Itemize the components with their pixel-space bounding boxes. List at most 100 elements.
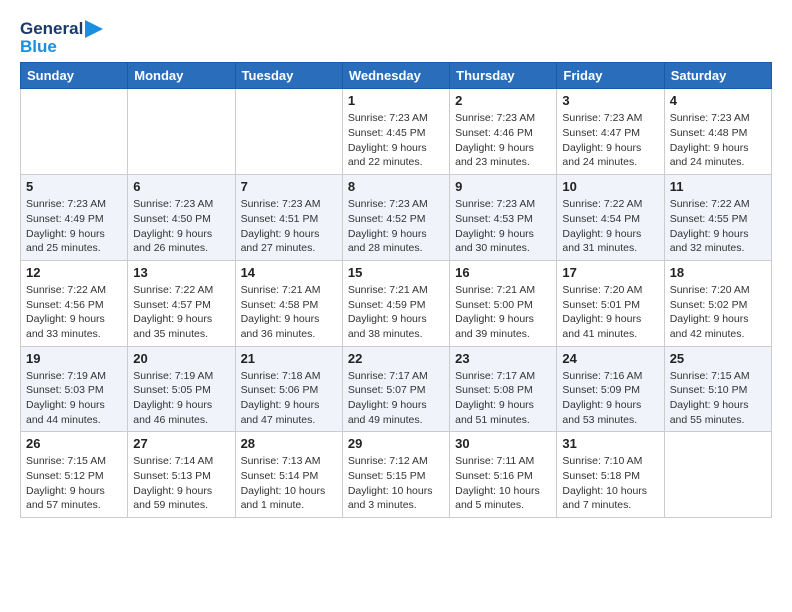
- day-info: Sunrise: 7:23 AM Sunset: 4:47 PM Dayligh…: [562, 111, 658, 170]
- calendar-cell: [128, 89, 235, 175]
- day-number: 21: [241, 351, 337, 366]
- day-number: 8: [348, 179, 444, 194]
- day-info: Sunrise: 7:22 AM Sunset: 4:57 PM Dayligh…: [133, 283, 229, 342]
- calendar-cell: 22Sunrise: 7:17 AM Sunset: 5:07 PM Dayli…: [342, 346, 449, 432]
- weekday-header-wednesday: Wednesday: [342, 63, 449, 89]
- day-number: 11: [670, 179, 766, 194]
- day-info: Sunrise: 7:15 AM Sunset: 5:10 PM Dayligh…: [670, 369, 766, 428]
- calendar-cell: 1Sunrise: 7:23 AM Sunset: 4:45 PM Daylig…: [342, 89, 449, 175]
- day-number: 15: [348, 265, 444, 280]
- day-number: 18: [670, 265, 766, 280]
- day-number: 24: [562, 351, 658, 366]
- day-info: Sunrise: 7:22 AM Sunset: 4:56 PM Dayligh…: [26, 283, 122, 342]
- day-number: 10: [562, 179, 658, 194]
- logo-container: General Blue: [20, 20, 103, 56]
- calendar-page: General Blue SundayMondayTuesdayWednesda…: [0, 0, 792, 528]
- week-row-2: 12 Sunrise: 7:22 AM Sunset: 4:56 PM Dayli…: [21, 260, 772, 346]
- calendar-cell: 31 Sunrise: 7:10 AM Sunset: 5:18 PM Dayli…: [557, 432, 664, 518]
- day-number: 7: [241, 179, 337, 194]
- calendar-cell: [664, 432, 771, 518]
- day-info: Sunrise: 7:14 AM Sunset: 5:13 PM Dayligh…: [133, 454, 229, 513]
- day-number: 22: [348, 351, 444, 366]
- week-row-1: 5 Sunrise: 7:23 AM Sunset: 4:49 PM Daylig…: [21, 175, 772, 261]
- day-number: 2: [455, 93, 551, 108]
- weekday-header-monday: Monday: [128, 63, 235, 89]
- calendar-cell: 10 Sunrise: 7:22 AM Sunset: 4:54 PM Dayli…: [557, 175, 664, 261]
- day-info: Sunrise: 7:23 AM Sunset: 4:50 PM Dayligh…: [133, 197, 229, 256]
- logo: General Blue: [20, 20, 103, 56]
- day-info: Sunrise: 7:22 AM Sunset: 4:54 PM Dayligh…: [562, 197, 658, 256]
- calendar-cell: 23 Sunrise: 7:17 AM Sunset: 5:08 PM Dayli…: [450, 346, 557, 432]
- calendar-cell: 30Sunrise: 7:11 AM Sunset: 5:16 PM Dayli…: [450, 432, 557, 518]
- weekday-header-thursday: Thursday: [450, 63, 557, 89]
- calendar-cell: 13Sunrise: 7:22 AM Sunset: 4:57 PM Dayli…: [128, 260, 235, 346]
- calendar-cell: 3 Sunrise: 7:23 AM Sunset: 4:47 PM Daylig…: [557, 89, 664, 175]
- day-info: Sunrise: 7:12 AM Sunset: 5:15 PM Dayligh…: [348, 454, 444, 513]
- day-number: 12: [26, 265, 122, 280]
- logo-blue: Blue: [20, 38, 57, 57]
- day-number: 27: [133, 436, 229, 451]
- week-row-4: 26Sunrise: 7:15 AM Sunset: 5:12 PM Dayli…: [21, 432, 772, 518]
- day-number: 20: [133, 351, 229, 366]
- day-number: 30: [455, 436, 551, 451]
- day-info: Sunrise: 7:19 AM Sunset: 5:03 PM Dayligh…: [26, 369, 122, 428]
- day-number: 5: [26, 179, 122, 194]
- calendar-cell: 4Sunrise: 7:23 AM Sunset: 4:48 PM Daylig…: [664, 89, 771, 175]
- calendar-cell: 27 Sunrise: 7:14 AM Sunset: 5:13 PM Dayli…: [128, 432, 235, 518]
- calendar-cell: 29 Sunrise: 7:12 AM Sunset: 5:15 PM Dayli…: [342, 432, 449, 518]
- calendar-cell: 21Sunrise: 7:18 AM Sunset: 5:06 PM Dayli…: [235, 346, 342, 432]
- day-number: 29: [348, 436, 444, 451]
- day-number: 23: [455, 351, 551, 366]
- day-info: Sunrise: 7:17 AM Sunset: 5:08 PM Dayligh…: [455, 369, 551, 428]
- weekday-header-tuesday: Tuesday: [235, 63, 342, 89]
- day-number: 28: [241, 436, 337, 451]
- week-row-3: 19 Sunrise: 7:19 AM Sunset: 5:03 PM Dayli…: [21, 346, 772, 432]
- day-number: 16: [455, 265, 551, 280]
- weekday-header-friday: Friday: [557, 63, 664, 89]
- calendar-cell: 17 Sunrise: 7:20 AM Sunset: 5:01 PM Dayli…: [557, 260, 664, 346]
- day-info: Sunrise: 7:21 AM Sunset: 4:59 PM Dayligh…: [348, 283, 444, 342]
- day-info: Sunrise: 7:23 AM Sunset: 4:46 PM Dayligh…: [455, 111, 551, 170]
- day-info: Sunrise: 7:23 AM Sunset: 4:53 PM Dayligh…: [455, 197, 551, 256]
- day-number: 14: [241, 265, 337, 280]
- weekday-header-row: SundayMondayTuesdayWednesdayThursdayFrid…: [21, 63, 772, 89]
- day-info: Sunrise: 7:23 AM Sunset: 4:45 PM Dayligh…: [348, 111, 444, 170]
- day-number: 6: [133, 179, 229, 194]
- weekday-header-saturday: Saturday: [664, 63, 771, 89]
- weekday-header-sunday: Sunday: [21, 63, 128, 89]
- calendar-cell: 28 Sunrise: 7:13 AM Sunset: 5:14 PM Dayli…: [235, 432, 342, 518]
- calendar-cell: 26Sunrise: 7:15 AM Sunset: 5:12 PM Dayli…: [21, 432, 128, 518]
- day-info: Sunrise: 7:23 AM Sunset: 4:51 PM Dayligh…: [241, 197, 337, 256]
- day-number: 25: [670, 351, 766, 366]
- day-number: 31: [562, 436, 658, 451]
- day-info: Sunrise: 7:13 AM Sunset: 5:14 PM Dayligh…: [241, 454, 337, 513]
- day-info: Sunrise: 7:21 AM Sunset: 4:58 PM Dayligh…: [241, 283, 337, 342]
- day-info: Sunrise: 7:16 AM Sunset: 5:09 PM Dayligh…: [562, 369, 658, 428]
- day-info: Sunrise: 7:20 AM Sunset: 5:02 PM Dayligh…: [670, 283, 766, 342]
- calendar-cell: 5 Sunrise: 7:23 AM Sunset: 4:49 PM Daylig…: [21, 175, 128, 261]
- logo-general: General: [20, 20, 83, 39]
- calendar-cell: 12 Sunrise: 7:22 AM Sunset: 4:56 PM Dayli…: [21, 260, 128, 346]
- day-info: Sunrise: 7:23 AM Sunset: 4:52 PM Dayligh…: [348, 197, 444, 256]
- calendar-cell: 11 Sunrise: 7:22 AM Sunset: 4:55 PM Dayli…: [664, 175, 771, 261]
- day-info: Sunrise: 7:20 AM Sunset: 5:01 PM Dayligh…: [562, 283, 658, 342]
- calendar-cell: 2 Sunrise: 7:23 AM Sunset: 4:46 PM Daylig…: [450, 89, 557, 175]
- day-info: Sunrise: 7:10 AM Sunset: 5:18 PM Dayligh…: [562, 454, 658, 513]
- day-info: Sunrise: 7:22 AM Sunset: 4:55 PM Dayligh…: [670, 197, 766, 256]
- day-info: Sunrise: 7:23 AM Sunset: 4:49 PM Dayligh…: [26, 197, 122, 256]
- calendar-cell: 20Sunrise: 7:19 AM Sunset: 5:05 PM Dayli…: [128, 346, 235, 432]
- day-info: Sunrise: 7:21 AM Sunset: 5:00 PM Dayligh…: [455, 283, 551, 342]
- day-info: Sunrise: 7:15 AM Sunset: 5:12 PM Dayligh…: [26, 454, 122, 513]
- day-info: Sunrise: 7:23 AM Sunset: 4:48 PM Dayligh…: [670, 111, 766, 170]
- day-number: 3: [562, 93, 658, 108]
- day-number: 17: [562, 265, 658, 280]
- calendar-table: SundayMondayTuesdayWednesdayThursdayFrid…: [20, 62, 772, 518]
- calendar-cell: [21, 89, 128, 175]
- header: General Blue: [20, 20, 772, 56]
- day-number: 19: [26, 351, 122, 366]
- calendar-cell: 25 Sunrise: 7:15 AM Sunset: 5:10 PM Dayli…: [664, 346, 771, 432]
- calendar-cell: 19 Sunrise: 7:19 AM Sunset: 5:03 PM Dayli…: [21, 346, 128, 432]
- calendar-cell: 15 Sunrise: 7:21 AM Sunset: 4:59 PM Dayli…: [342, 260, 449, 346]
- calendar-cell: 16 Sunrise: 7:21 AM Sunset: 5:00 PM Dayli…: [450, 260, 557, 346]
- calendar-cell: 24 Sunrise: 7:16 AM Sunset: 5:09 PM Dayli…: [557, 346, 664, 432]
